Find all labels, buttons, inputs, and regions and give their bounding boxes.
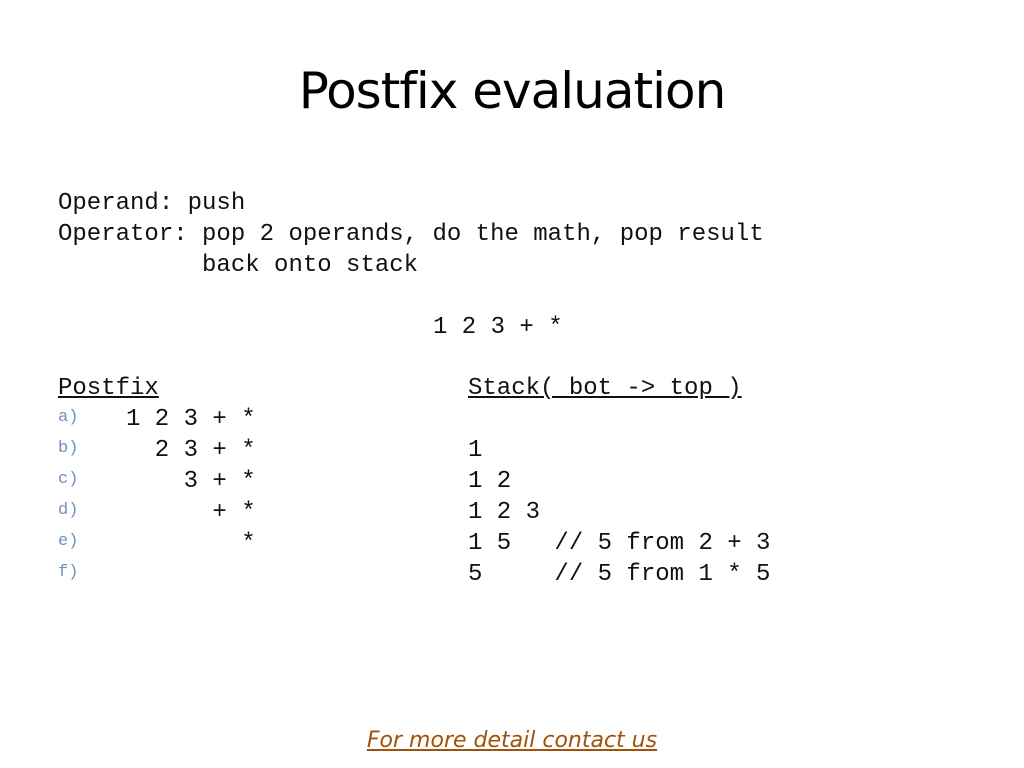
- row-stack: 1 2: [468, 468, 512, 495]
- row-postfix: 1 2 3 + *: [126, 406, 256, 433]
- row-label: d): [58, 501, 79, 520]
- expression: 1 2 3 + *: [433, 314, 563, 341]
- row-postfix: *: [126, 530, 256, 557]
- row-stack: 1 2 3: [468, 499, 541, 526]
- slide-title: Postfix evaluation: [298, 62, 727, 120]
- row-stack: 1 5 // 5 from 2 + 3: [468, 530, 771, 557]
- contact-link[interactable]: For more detail contact us: [0, 728, 1024, 753]
- rule-operator-cont: back onto stack: [58, 252, 419, 279]
- row-postfix: 3 + *: [126, 468, 256, 495]
- row-postfix: 2 3 + *: [126, 437, 256, 464]
- row-postfix: + *: [126, 499, 256, 526]
- row-stack: 5 // 5 from 1 * 5: [468, 561, 771, 588]
- row-stack: 1: [468, 437, 483, 464]
- postfix-header: Postfix: [58, 375, 159, 402]
- row-label: e): [58, 532, 79, 551]
- row-label: c): [58, 470, 79, 489]
- row-label: b): [58, 439, 79, 458]
- rule-operand: Operand: push: [58, 190, 246, 217]
- row-label: a): [58, 408, 79, 427]
- row-label: f): [58, 563, 79, 582]
- rule-operator: Operator: pop 2 operands, do the math, p…: [58, 221, 764, 248]
- stack-header: Stack( bot -> top ): [468, 375, 742, 402]
